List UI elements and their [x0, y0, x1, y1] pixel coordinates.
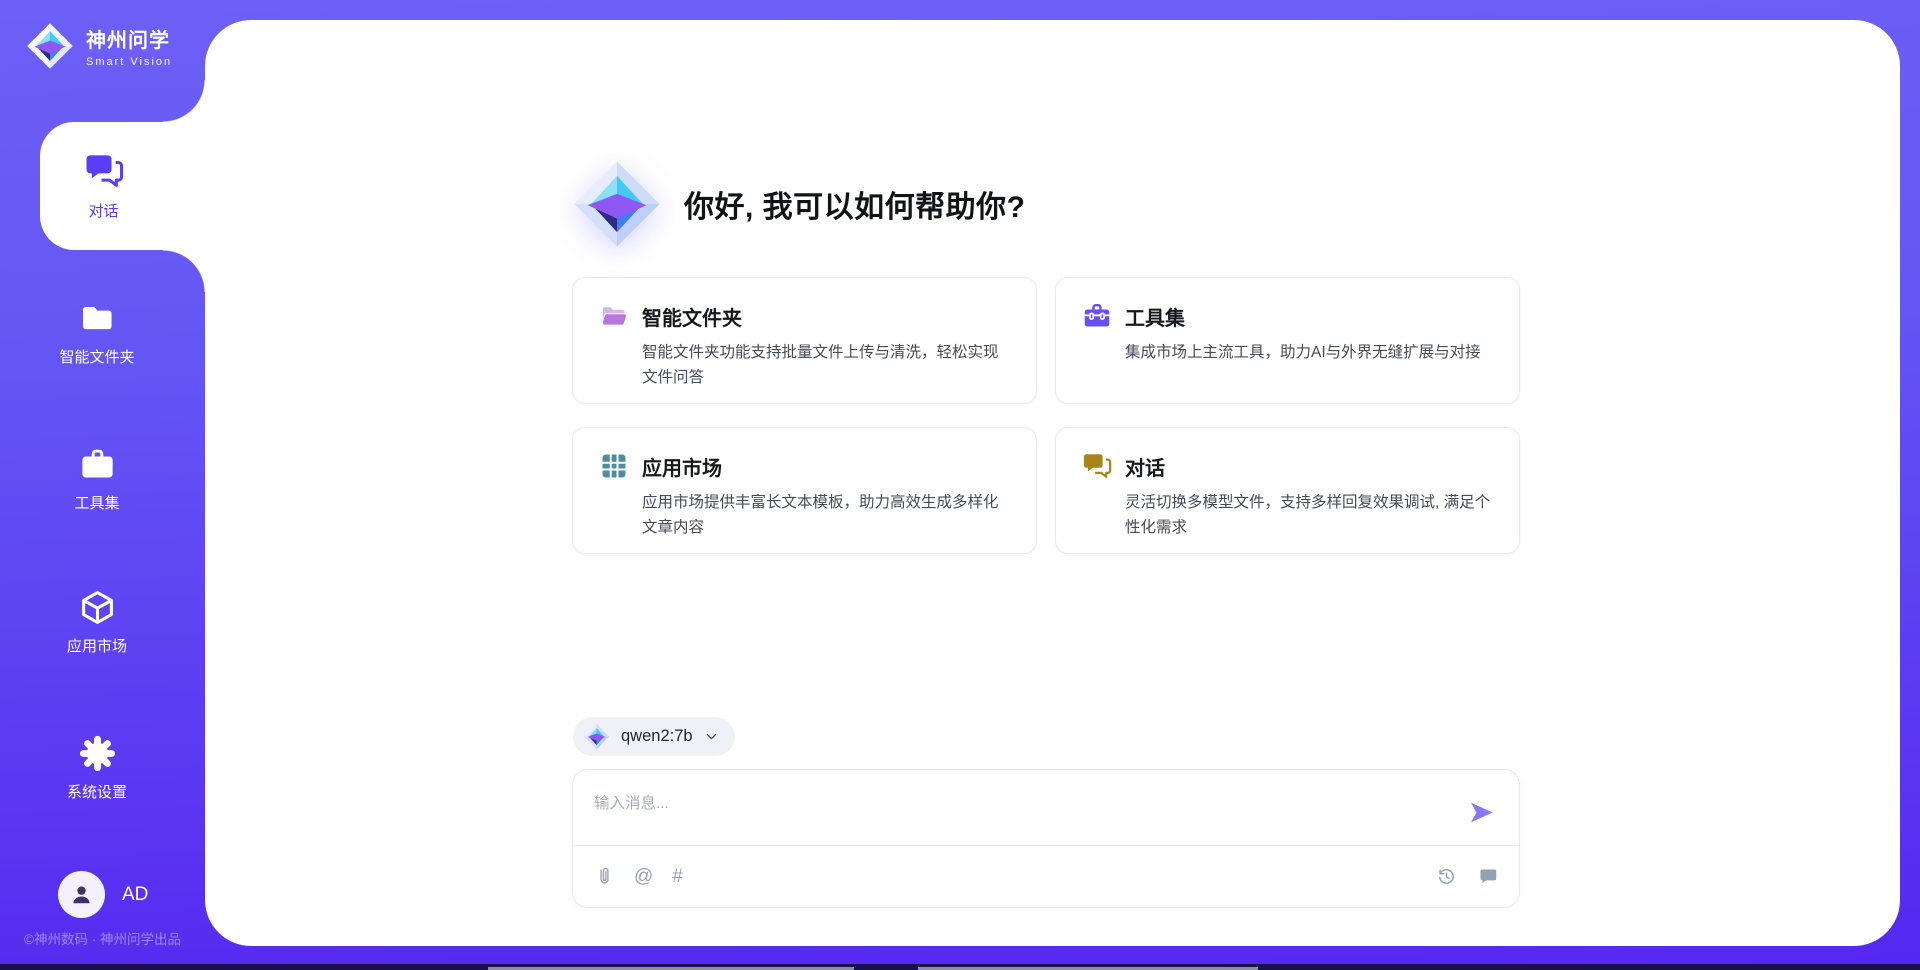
sidebar-item-label: 系统设置	[67, 781, 127, 802]
avatar	[58, 871, 105, 918]
brand-logo: 神州问学 Smart Vision	[26, 22, 172, 70]
folder-open-icon	[599, 301, 629, 331]
chat-icon	[84, 151, 124, 191]
briefcase-icon	[79, 446, 116, 483]
card-chat[interactable]: 对话 灵活切换多模型文件，支持多样回复效果调试, 满足个性化需求	[1055, 427, 1520, 554]
card-description: 应用市场提供丰富长文本模板，助力高效生成多样化文章内容	[642, 490, 1012, 540]
sidebar-item-label: 应用市场	[67, 635, 127, 656]
card-title: 应用市场	[642, 452, 722, 481]
brand-name: 神州问学	[86, 24, 172, 53]
window-bottom-edge	[0, 964, 1920, 970]
chevron-down-icon	[704, 729, 719, 744]
folder-icon	[79, 300, 116, 337]
composer-toolbar: @ #	[573, 845, 1519, 907]
diamond-logo-icon	[572, 159, 662, 249]
cube-icon	[79, 589, 116, 626]
brand-subtitle: Smart Vision	[86, 56, 172, 68]
gear-icon	[79, 735, 116, 772]
card-description: 灵活切换多模型文件，支持多样回复效果调试, 满足个性化需求	[1125, 490, 1495, 540]
card-app-market[interactable]: 应用市场 应用市场提供丰富长文本模板，助力高效生成多样化文章内容	[572, 427, 1037, 554]
grid-icon	[599, 451, 629, 481]
sidebar-item-label: 工具集	[74, 492, 119, 513]
diamond-logo-icon	[583, 723, 610, 750]
card-toolkit[interactable]: 工具集 集成市场上主流工具，助力AI与外界无缝扩展与对接	[1055, 277, 1520, 404]
diamond-logo-icon	[26, 22, 74, 70]
card-title: 智能文件夹	[642, 302, 742, 331]
user-initials: AD	[122, 884, 148, 906]
model-name: qwen2:7b	[621, 727, 693, 746]
card-description: 集成市场上主流工具，助力AI与外界无缝扩展与对接	[1125, 340, 1495, 365]
card-title: 对话	[1125, 452, 1165, 481]
sidebar-item-settings[interactable]: 系统设置	[0, 735, 194, 802]
feature-cards: 智能文件夹 智能文件夹功能支持批量文件上传与清洗，轻松实现文件问答 工具集 集成…	[572, 277, 1520, 554]
paperclip-icon[interactable]	[594, 866, 615, 887]
greeting-block: 你好, 我可以如何帮助你?	[572, 158, 1026, 250]
card-description: 智能文件夹功能支持批量文件上传与清洗，轻松实现文件问答	[642, 340, 1012, 390]
sidebar-item-chat[interactable]: 对话	[40, 122, 205, 250]
sidebar-item-label: 智能文件夹	[59, 346, 134, 367]
person-icon	[68, 881, 95, 908]
sidebar-item-app-market[interactable]: 应用市场	[0, 589, 194, 656]
message-composer: @ #	[572, 769, 1520, 908]
greeting-title: 你好, 我可以如何帮助你?	[684, 182, 1026, 226]
sidebar-item-toolkit[interactable]: 工具集	[0, 446, 194, 513]
send-button[interactable]	[1468, 799, 1495, 826]
sidebar-item-label: 对话	[88, 200, 118, 221]
briefcase-icon	[1082, 301, 1112, 331]
hash-icon[interactable]: #	[672, 866, 683, 887]
sidebar-item-smart-folder[interactable]: 智能文件夹	[0, 300, 194, 367]
send-icon	[1468, 799, 1495, 826]
at-icon[interactable]: @	[634, 866, 653, 887]
user-account[interactable]: AD	[58, 871, 148, 918]
history-icon[interactable]	[1436, 866, 1457, 887]
card-title: 工具集	[1125, 302, 1185, 331]
app-window: 神州问学 Smart Vision 对话 智能文件夹 工具集 应用市场 系统设置…	[0, 0, 1920, 970]
message-icon[interactable]	[1477, 866, 1498, 887]
copyright-footer: ©神州数码 · 神州问学出品	[24, 928, 181, 948]
card-smart-folder[interactable]: 智能文件夹 智能文件夹功能支持批量文件上传与清洗，轻松实现文件问答	[572, 277, 1037, 404]
chat-icon	[1082, 451, 1112, 481]
model-selector[interactable]: qwen2:7b	[573, 717, 735, 756]
message-input[interactable]	[573, 770, 1519, 846]
